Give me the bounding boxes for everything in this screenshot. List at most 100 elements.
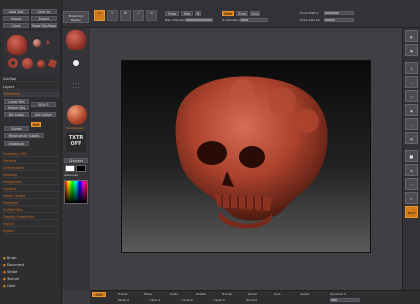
floor-value-label: Floor 0 <box>150 298 161 302</box>
subtool-header[interactable]: SubTool <box>3 76 59 82</box>
color-swatch-white[interactable] <box>65 165 75 172</box>
projection-master-button[interactable]: Projection Master <box>63 11 89 23</box>
skull-model[interactable] <box>122 61 371 253</box>
clone-button[interactable]: Clone <box>3 23 29 28</box>
material-label: SkinShade4 <box>66 126 84 130</box>
menu-item-masking[interactable]: Masking <box>3 172 59 178</box>
divide-button[interactable]: Divide <box>4 126 29 131</box>
menu-item-import[interactable]: Import <box>3 221 59 227</box>
rgb-intensity-slider[interactable] <box>185 18 213 22</box>
layers-header[interactable]: Layers <box>3 84 59 90</box>
move-mode-button[interactable]: ✥ <box>120 10 131 21</box>
menu-item-polygroups[interactable]: Polygroups <box>3 179 59 185</box>
polyf-button[interactable]: PolyF <box>405 206 418 218</box>
scale-mode-button[interactable]: ⤢ <box>133 10 144 21</box>
bottom-edit-button[interactable]: Edit <box>92 292 106 297</box>
floor-button[interactable]: ▤ <box>405 132 418 144</box>
load-tool-button[interactable]: Load Tool <box>3 9 29 14</box>
material-sphere-icon[interactable] <box>67 105 87 125</box>
save-as-button[interactable]: Save As <box>31 9 57 14</box>
rotate-mode-button[interactable]: ⟲ <box>146 10 157 21</box>
scroll-button[interactable]: ⇕ <box>405 62 418 74</box>
bottom-solo-label[interactable]: Solo <box>274 292 280 296</box>
ring-thumbnail-icon[interactable] <box>8 58 18 68</box>
draw-size-slider[interactable] <box>324 18 354 22</box>
skull-thumbnail-icon[interactable] <box>7 35 27 55</box>
zsub-button[interactable]: Zsub <box>236 11 248 16</box>
texture-off-box[interactable]: TXTR OFF <box>66 132 86 152</box>
zcut-button[interactable]: Zcut <box>250 11 260 16</box>
menu-item-deformation[interactable]: Deformation <box>3 165 59 171</box>
menu-item-unified-skin[interactable]: Unified Skin <box>3 207 59 213</box>
m-button[interactable]: M <box>195 11 201 16</box>
persp-button[interactable]: ⬚ <box>405 118 418 130</box>
menu-item-contact[interactable]: Contact <box>3 186 59 192</box>
del-higher-button[interactable]: Del Higher <box>31 112 56 117</box>
stroke-dots-icon[interactable]: · · · · · · <box>66 82 86 96</box>
higher-res-button[interactable]: Higher Res <box>4 105 29 110</box>
zadd-button[interactable]: Zadd <box>222 11 234 16</box>
bpr-button[interactable]: ◧ <box>405 30 418 42</box>
palette-texture[interactable]: ● Texture <box>3 276 59 282</box>
lsym-value-label: Lsym 0 <box>214 298 225 302</box>
sphere-thumbnail-icon[interactable] <box>33 39 41 47</box>
menu-item-polypaint[interactable]: Polypaint <box>3 200 59 206</box>
local-value-label: Local 0 <box>182 298 193 302</box>
current-tool-skull-icon[interactable] <box>66 30 86 50</box>
menu-item-export[interactable]: Export <box>3 228 59 234</box>
actual-button[interactable]: □ <box>405 90 418 102</box>
menu-item-geometry-hd[interactable]: Geometry HD <box>3 151 59 157</box>
zoom-button[interactable]: ⌕ <box>405 76 418 88</box>
smt-toggle[interactable]: Smt <box>31 122 41 127</box>
palette-document[interactable]: ● Document <box>3 262 59 268</box>
z-intensity-slider[interactable] <box>240 18 268 22</box>
import-button[interactable]: Import <box>3 16 29 21</box>
palette-stroke[interactable]: ● Stroke <box>3 269 59 275</box>
color-swatch-black[interactable] <box>76 165 86 172</box>
persp-value-label: Persp 0 <box>118 298 130 302</box>
lower-res-button[interactable]: Lower Res <box>4 99 29 104</box>
focal-shift-slider[interactable] <box>324 11 354 15</box>
edgeloop-button[interactable]: EdgeLoop <box>4 141 29 146</box>
frame-button[interactable]: ⬜ <box>405 150 418 162</box>
sdiv-slider[interactable]: SDiv 5 <box>31 102 56 107</box>
scale-view-button[interactable]: ⤢ <box>405 178 418 190</box>
tool-thumbnails: ✶ <box>3 31 59 75</box>
spix-button[interactable]: ▦ <box>405 44 418 56</box>
disc-thumbnail-icon[interactable] <box>37 60 45 68</box>
brush-dot-indicator-icon[interactable] <box>73 60 79 66</box>
menu-item-display-properties[interactable]: Display Properties <box>3 214 59 220</box>
export-button[interactable]: Export <box>31 16 57 21</box>
gradient-button[interactable]: Gradient <box>64 158 88 163</box>
make-polymesh-button[interactable]: Make PolyMesh3D <box>31 23 57 28</box>
blob-thumbnail-icon[interactable] <box>22 58 33 69</box>
reconstruct-subdiv-button[interactable]: Reconstruct Subdiv <box>4 133 44 138</box>
bottom-xpose-label[interactable]: Xpose <box>300 292 309 296</box>
bottom-rotate-label[interactable]: Rotate <box>196 292 206 296</box>
draw-mode-button[interactable]: ✎ <box>107 10 118 21</box>
canvas[interactable] <box>121 60 371 253</box>
rgb-button[interactable]: Rgb <box>181 11 193 16</box>
dynamic-slider[interactable] <box>330 298 360 302</box>
palette-brush[interactable]: ● Brush <box>3 255 59 261</box>
move-view-button[interactable]: ✥ <box>405 164 418 176</box>
dynamic-value-label: Dynamic 0 <box>330 292 347 296</box>
palette-color[interactable]: ● Color <box>3 283 59 289</box>
aahalf-button[interactable]: ▣ <box>405 104 418 116</box>
menu-item-morph-target[interactable]: Morph Target <box>3 193 59 199</box>
geometry-header[interactable]: Geometry <box>3 91 59 97</box>
bottom-ghost-label[interactable]: Ghost <box>248 292 257 296</box>
edit-mode-button[interactable]: ⊡ <box>94 10 105 21</box>
mrgb-button[interactable]: Mrgb <box>165 11 179 16</box>
bottom-transp-label[interactable]: Transp <box>222 292 232 296</box>
rotate-view-button[interactable]: ⟳ <box>405 192 418 204</box>
bottom-frame-label[interactable]: Frame <box>118 292 127 296</box>
tool-star-icon[interactable]: ✶ <box>45 39 53 47</box>
cube-thumbnail-icon[interactable] <box>48 59 57 68</box>
draw-size-label: Draw Size 64 <box>300 18 320 22</box>
del-lower-button[interactable]: Del Lower <box>4 112 29 117</box>
color-picker[interactable] <box>64 180 88 204</box>
bottom-scale-label[interactable]: Scale <box>170 292 178 296</box>
menu-item-preview[interactable]: Preview <box>3 158 59 164</box>
bottom-move-label[interactable]: Move <box>144 292 152 296</box>
